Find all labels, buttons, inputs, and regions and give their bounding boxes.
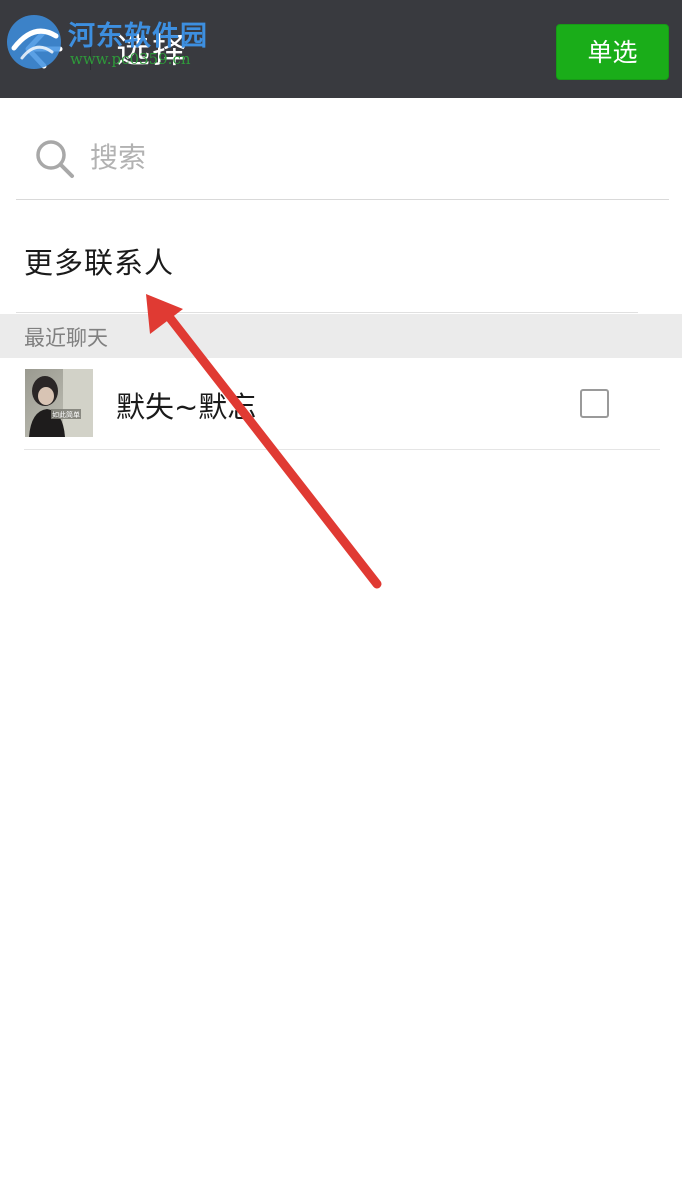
avatar: 如此简单 <box>25 369 93 437</box>
search-bar <box>16 118 669 200</box>
contact-name: 默失~默忘 <box>116 390 257 424</box>
top-bar: 选择 单选 <box>0 0 682 98</box>
back-button[interactable] <box>10 24 64 74</box>
more-contacts-label: 更多联系人 <box>24 246 175 280</box>
recent-chats-header-label: 最近聊天 <box>24 326 108 350</box>
recent-chats-header: 最近聊天 <box>0 314 682 358</box>
select-checkbox[interactable] <box>580 389 609 418</box>
page-title: 选择 <box>116 31 188 71</box>
avatar-caption: 如此简单 <box>52 410 80 419</box>
back-arrow-icon <box>25 29 63 69</box>
avatar-image: 如此简单 <box>25 369 93 437</box>
more-contacts-item[interactable]: 更多联系人 <box>0 200 682 313</box>
divider <box>24 449 660 450</box>
divider <box>16 312 638 313</box>
search-input[interactable] <box>90 132 610 182</box>
header-divider <box>90 28 91 70</box>
search-icon <box>36 140 74 178</box>
list-item[interactable]: 如此简单 默失~默忘 <box>0 358 682 450</box>
single-select-button[interactable]: 单选 <box>556 24 669 80</box>
